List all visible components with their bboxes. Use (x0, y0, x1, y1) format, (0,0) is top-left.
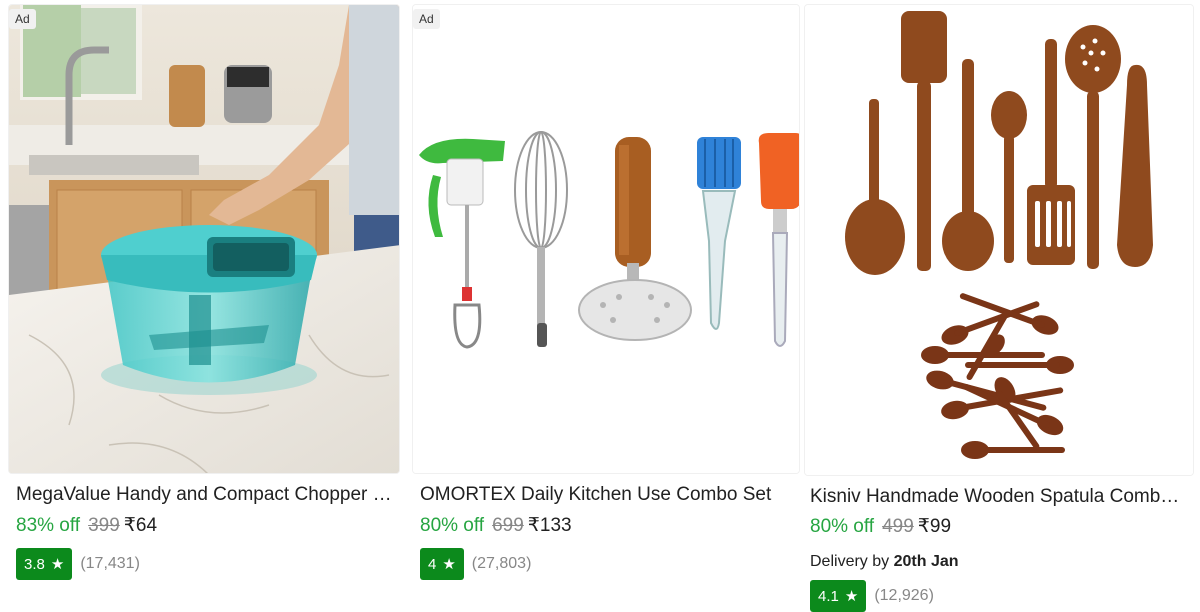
rating-value: 4 (428, 555, 437, 573)
rating-badge: 4.1 ★ (810, 580, 867, 612)
product-title[interactable]: Kisniv Handmade Wooden Spatula Combo Set (810, 486, 1184, 508)
price-row: 83% off 399 ₹64 (16, 514, 157, 537)
delivery-date: 20th Jan (893, 553, 959, 570)
price-row: 80% off 699 ₹133 (420, 514, 572, 537)
discount-label: 83% off (16, 515, 81, 536)
product-image-1[interactable] (8, 4, 400, 474)
star-icon: ★ (844, 588, 859, 605)
utensil-set-photo (413, 5, 799, 473)
product-image-3[interactable] (804, 4, 1194, 476)
review-count: (12,926) (874, 587, 934, 604)
ad-badge: Ad (9, 9, 36, 29)
price-label: ₹64 (123, 515, 158, 536)
rating-row: 4 ★ (27,803) (420, 548, 531, 580)
rating-row: 3.8 ★ (17,431) (16, 548, 140, 580)
rating-value: 3.8 (24, 555, 45, 573)
delivery-info: Delivery by 20th Jan (810, 553, 959, 571)
wooden-spatula-photo (805, 5, 1193, 475)
mrp-label: 499 (882, 516, 914, 537)
discount-label: 80% off (810, 516, 875, 537)
product-title[interactable]: MegaValue Handy and Compact Chopper with… (16, 484, 396, 506)
price-row: 80% off 499 ₹99 (810, 515, 951, 538)
chopper-photo (9, 5, 399, 473)
discount-label: 80% off (420, 515, 485, 536)
price-label: ₹133 (527, 515, 572, 536)
mrp-label: 699 (492, 515, 524, 536)
rating-row: 4.1 ★ (12,926) (810, 580, 934, 612)
review-count: (27,803) (471, 555, 532, 572)
price-label: ₹99 (917, 516, 952, 537)
ad-badge: Ad (413, 9, 440, 29)
star-icon: ★ (442, 556, 456, 573)
rating-badge: 3.8 ★ (16, 548, 73, 580)
star-icon: ★ (50, 556, 65, 573)
product-title[interactable]: OMORTEX Daily Kitchen Use Combo Set (420, 484, 792, 506)
rating-value: 4.1 (818, 587, 839, 605)
product-image-2[interactable] (412, 4, 800, 474)
rating-badge: 4 ★ (420, 548, 464, 580)
review-count: (17,431) (80, 555, 140, 572)
delivery-prefix: Delivery by (810, 553, 890, 570)
mrp-label: 399 (88, 515, 120, 536)
